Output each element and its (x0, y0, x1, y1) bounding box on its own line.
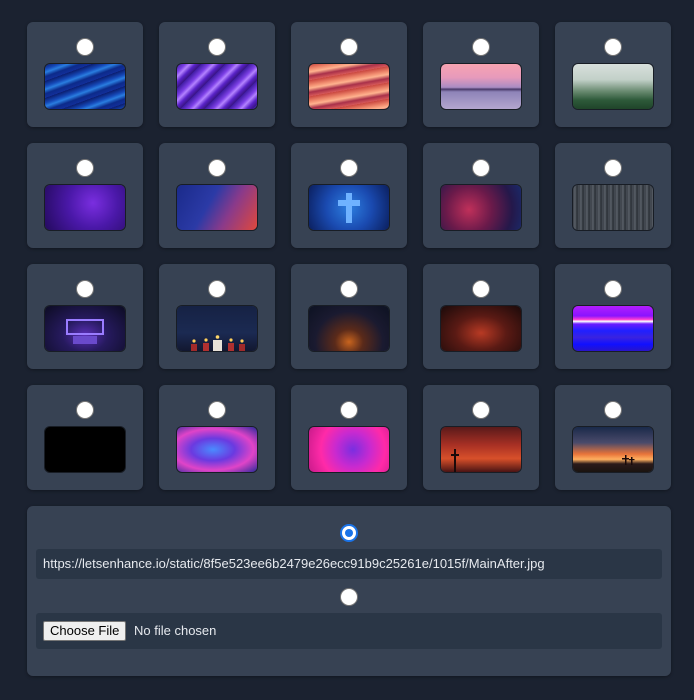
file-upload-field: Choose File No file chosen (36, 613, 662, 649)
background-radio[interactable] (208, 280, 226, 298)
background-radio[interactable] (76, 280, 94, 298)
background-option[interactable] (423, 22, 539, 127)
background-radio[interactable] (472, 401, 490, 419)
background-option[interactable] (291, 22, 407, 127)
choose-file-button[interactable]: Choose File (43, 621, 127, 641)
file-radio[interactable] (340, 588, 358, 606)
background-option[interactable] (291, 385, 407, 490)
background-option[interactable] (159, 264, 275, 369)
background-option[interactable] (27, 143, 143, 248)
background-option[interactable] (555, 264, 671, 369)
background-radio[interactable] (472, 280, 490, 298)
purple-texture-thumbnail[interactable] (45, 185, 125, 230)
gray-winter-forest-thumbnail[interactable] (573, 185, 653, 230)
background-option[interactable] (159, 143, 275, 248)
background-radio[interactable] (604, 401, 622, 419)
crosses-icon (622, 455, 635, 465)
background-radio[interactable] (208, 159, 226, 177)
url-radio[interactable] (340, 524, 358, 542)
cross-icon (451, 449, 459, 472)
purple-blue-stripes-thumbnail[interactable] (573, 306, 653, 351)
red-blue-grunge-thumbnail[interactable] (441, 185, 521, 230)
image-url-field[interactable]: https://letsenhance.io/static/8f5e523ee6… (36, 549, 662, 579)
black-thumbnail[interactable] (45, 427, 125, 472)
sunset-crosses-thumbnail[interactable] (573, 427, 653, 472)
background-option[interactable] (423, 264, 539, 369)
background-option[interactable] (423, 385, 539, 490)
background-radio[interactable] (208, 38, 226, 56)
background-option[interactable] (555, 22, 671, 127)
stage-icon (66, 319, 104, 344)
blue-brushstrokes-thumbnail[interactable] (45, 64, 125, 109)
purple-brushstrokes-thumbnail[interactable] (177, 64, 257, 109)
background-option[interactable] (159, 22, 275, 127)
background-option[interactable] (555, 143, 671, 248)
background-radio[interactable] (76, 38, 94, 56)
image-url-text: https://letsenhance.io/static/8f5e523ee6… (43, 556, 545, 571)
background-option[interactable] (27, 385, 143, 490)
cross-icon (338, 193, 360, 223)
blue-purple-abstract-thumbnail[interactable] (177, 427, 257, 472)
misty-green-forest-thumbnail[interactable] (573, 64, 653, 109)
background-option[interactable] (27, 264, 143, 369)
coral-brushstrokes-thumbnail[interactable] (309, 64, 389, 109)
background-radio[interactable] (208, 401, 226, 419)
background-radio[interactable] (76, 401, 94, 419)
red-sky-cross-thumbnail[interactable] (441, 427, 521, 472)
blue-cross-thumbnail[interactable] (309, 185, 389, 230)
custom-background-panel: https://letsenhance.io/static/8f5e523ee6… (27, 506, 671, 676)
background-radio[interactable] (340, 38, 358, 56)
background-radio[interactable] (340, 401, 358, 419)
background-option[interactable] (159, 385, 275, 490)
purple-stage-thumbnail[interactable] (45, 306, 125, 351)
background-radio[interactable] (472, 38, 490, 56)
candles-thumbnail[interactable] (177, 306, 257, 351)
pink-sunset-lake-thumbnail[interactable] (441, 64, 521, 109)
file-status-text: No file chosen (134, 623, 217, 638)
background-radio[interactable] (604, 159, 622, 177)
candles-icon (191, 335, 245, 351)
red-dark-room-thumbnail[interactable] (441, 306, 521, 351)
background-option[interactable] (291, 143, 407, 248)
background-radio[interactable] (340, 159, 358, 177)
background-option[interactable] (555, 385, 671, 490)
background-radio[interactable] (604, 280, 622, 298)
blue-red-texture-thumbnail[interactable] (177, 185, 257, 230)
background-radio[interactable] (604, 38, 622, 56)
background-option[interactable] (291, 264, 407, 369)
background-radio[interactable] (472, 159, 490, 177)
background-option[interactable] (423, 143, 539, 248)
background-radio[interactable] (76, 159, 94, 177)
background-radio[interactable] (340, 280, 358, 298)
background-grid (27, 22, 671, 490)
dark-doorway-thumbnail[interactable] (309, 306, 389, 351)
background-option[interactable] (27, 22, 143, 127)
magenta-abstract-thumbnail[interactable] (309, 427, 389, 472)
